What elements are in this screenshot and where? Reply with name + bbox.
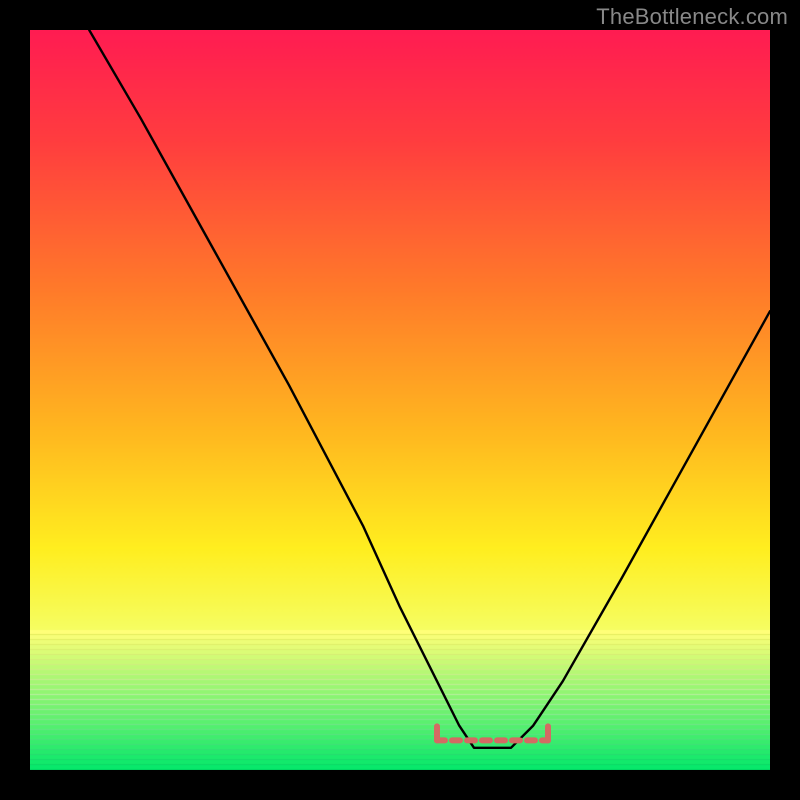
bottleneck-curve: [89, 30, 770, 748]
chart-frame: TheBottleneck.com: [0, 0, 800, 800]
curve-layer: [30, 30, 770, 770]
watermark-text: TheBottleneck.com: [596, 4, 788, 30]
plot-area: [30, 30, 770, 770]
